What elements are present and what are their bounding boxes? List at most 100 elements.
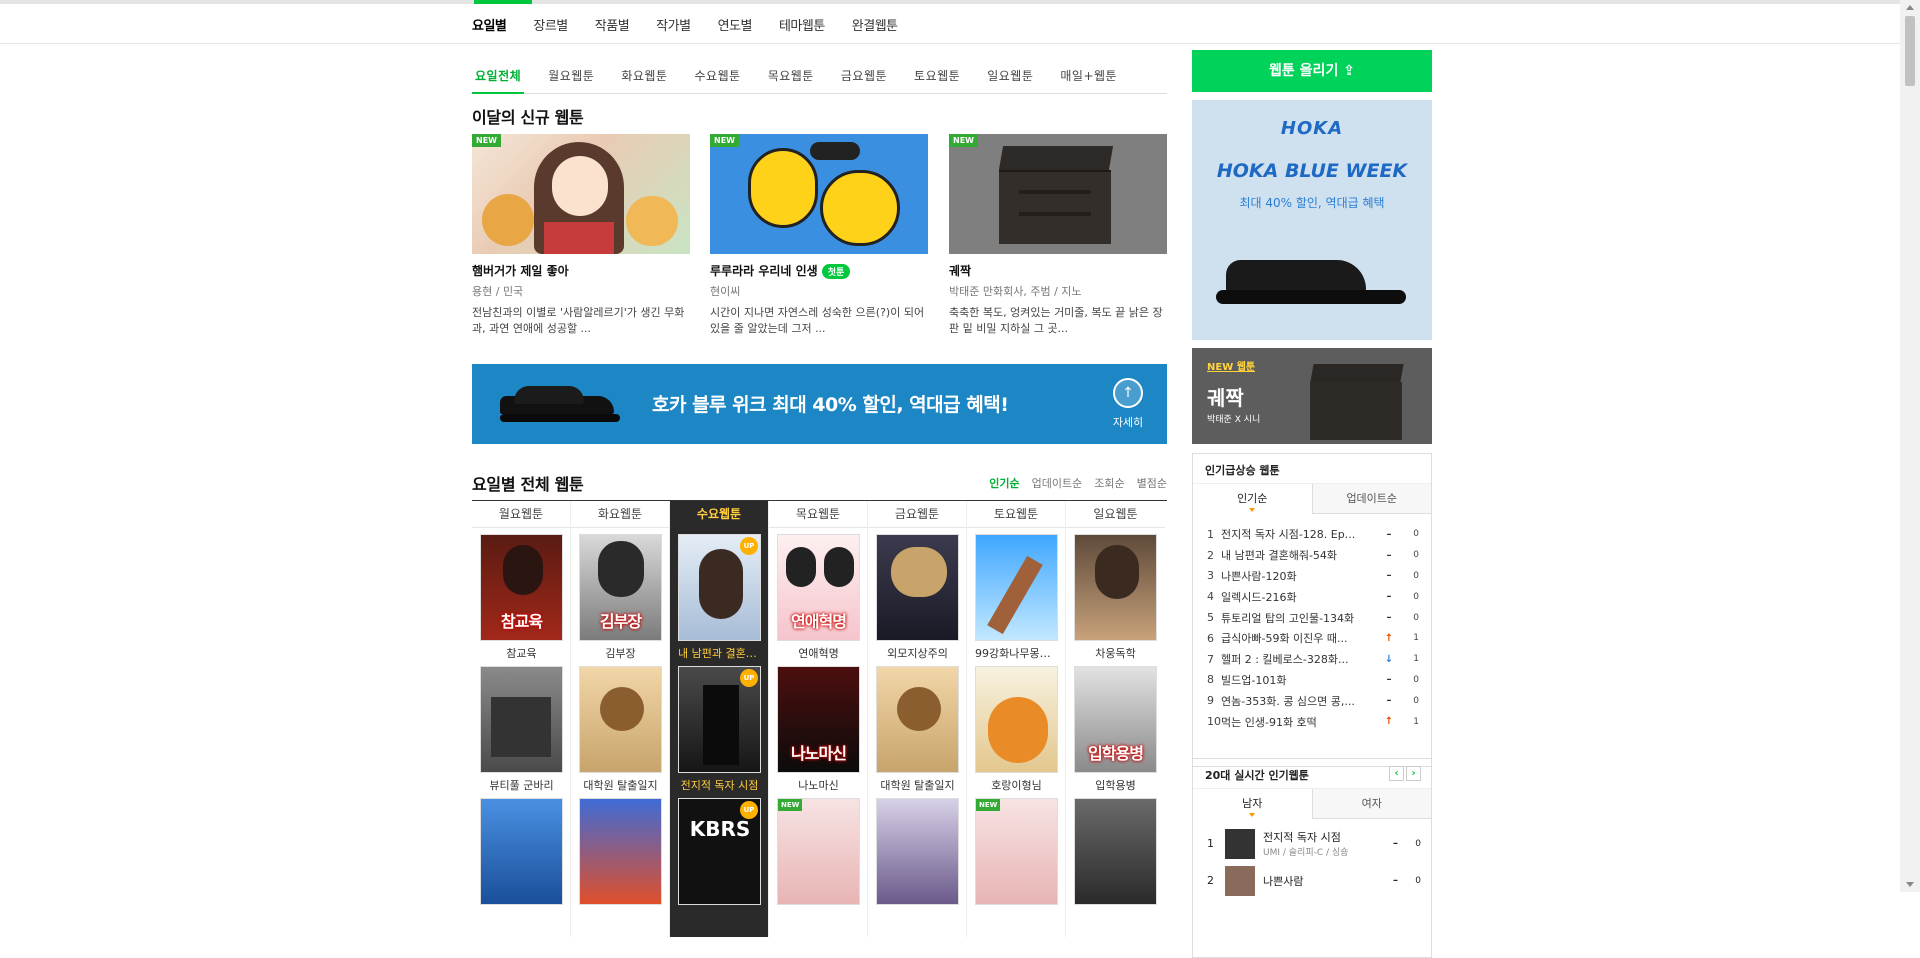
daytab-daily[interactable]: 매일+웹툰	[1057, 58, 1120, 94]
sort-updated[interactable]: 업데이트순	[1032, 475, 1083, 491]
comic-thumbnail[interactable]: 나노마신	[777, 666, 860, 773]
comic-item[interactable]	[1074, 798, 1157, 905]
new-webtoon-title[interactable]: 궤짝	[949, 262, 1167, 279]
day-column-header[interactable]: 수요웹툰	[670, 501, 768, 528]
realtime-tab-male[interactable]: 남자	[1193, 789, 1313, 819]
rising-row[interactable]: 4 일렉시드-216화 – 0	[1207, 586, 1419, 607]
daytab-tue[interactable]: 화요웹툰	[618, 58, 670, 94]
rank-title[interactable]: 나쁜사람-120화	[1221, 568, 1383, 584]
comic-title[interactable]: 김부장	[579, 645, 662, 661]
comic-item[interactable]: NEW	[975, 798, 1058, 905]
scroll-thumb[interactable]	[1905, 16, 1915, 86]
comic-item[interactable]: 호랑이형님	[975, 666, 1058, 793]
comic-thumbnail[interactable]	[876, 534, 959, 641]
tab-completed[interactable]: 완결웹툰	[852, 15, 898, 34]
hoka-ad[interactable]: HOKA HOKA BLUE WEEK 최대 40% 할인, 역대급 혜택	[1192, 100, 1432, 340]
tab-weekday[interactable]: 요일별	[472, 15, 507, 34]
rising-row[interactable]: 5 튜토리얼 탑의 고인물-134화 – 0	[1207, 607, 1419, 628]
tab-theme[interactable]: 테마웹툰	[779, 15, 825, 34]
rank-title[interactable]: 전지적 독자 시점-128. Ep...	[1221, 526, 1383, 542]
day-column-header[interactable]: 금요웹툰	[868, 501, 966, 528]
rising-row[interactable]: 2 내 남편과 결혼해줘-54화 – 0	[1207, 545, 1419, 566]
comic-item[interactable]: 나노마신 나노마신	[777, 666, 860, 793]
rising-row[interactable]: 8 빌드업-101화 – 0	[1207, 670, 1419, 691]
comic-title[interactable]: 내 남편과 결혼해줘	[678, 645, 761, 661]
sort-rating[interactable]: 별점순	[1137, 475, 1167, 491]
comic-item[interactable]: 99강화나무몽둥이	[975, 534, 1058, 661]
comic-thumbnail[interactable]	[480, 798, 563, 905]
comic-item[interactable]: 김부장 김부장	[579, 534, 662, 661]
scroll-up-icon[interactable]	[1906, 5, 1914, 10]
banner-more-button[interactable]: ↑ 자세히	[1109, 378, 1147, 430]
next-icon[interactable]: ›	[1406, 766, 1421, 781]
rising-row[interactable]: 9 연놈-353화. 콩 심으면 콩,... – 0	[1207, 690, 1419, 711]
comic-title[interactable]: 외모지상주의	[876, 645, 959, 661]
comic-item[interactable]	[876, 798, 959, 905]
rising-row[interactable]: 1 전지적 독자 시점-128. Ep... – 0	[1207, 524, 1419, 545]
comic-thumbnail[interactable]: 김부장	[579, 534, 662, 641]
comic-item[interactable]: 대학원 탈출일지	[876, 666, 959, 793]
comic-thumbnail[interactable]: UP	[678, 666, 761, 773]
comic-title[interactable]: 99강화나무몽둥이	[975, 645, 1058, 661]
rising-row[interactable]: 7 헬퍼 2 : 킬베로스-328화... ↓ 1	[1207, 649, 1419, 670]
day-column-header[interactable]: 월요웹툰	[472, 501, 570, 528]
comic-item[interactable]: 뷰티풀 군바리	[480, 666, 563, 793]
comic-thumbnail[interactable]	[1074, 534, 1157, 641]
comic-thumbnail[interactable]	[480, 666, 563, 773]
tab-year[interactable]: 연도별	[718, 15, 753, 34]
daytab-wed[interactable]: 수요웹툰	[692, 58, 744, 94]
day-column-header[interactable]: 일요웹툰	[1066, 501, 1165, 528]
daytab-sat[interactable]: 토요웹툰	[911, 58, 963, 94]
sort-views[interactable]: 조회순	[1094, 475, 1124, 491]
comic-title[interactable]: 나노마신	[777, 777, 860, 793]
rank-title[interactable]: 헬퍼 2 : 킬베로스-328화...	[1221, 651, 1383, 667]
comic-item[interactable]: 차웅독학	[1074, 534, 1157, 661]
daytab-mon[interactable]: 월요웹툰	[545, 58, 597, 94]
comic-thumbnail[interactable]	[975, 666, 1058, 773]
upload-webtoon-button[interactable]: 웹툰 올리기 ⇪	[1192, 50, 1432, 92]
rank-title[interactable]: 일렉시드-216화	[1221, 589, 1383, 605]
comic-item[interactable]: 참교육 참교육	[480, 534, 563, 661]
new-webtoon-thumbnail[interactable]: NEW	[949, 134, 1167, 254]
rank-title[interactable]: 연놈-353화. 콩 심으면 콩,...	[1221, 693, 1383, 709]
new-webtoon-title[interactable]: 루루라라 우리네 인생 첫툰	[710, 262, 928, 279]
new-webtoon-thumbnail[interactable]: NEW	[710, 134, 928, 254]
new-webtoon-card[interactable]: NEW 루루라라 우리네 인생 첫툰 현이씨 시간이 지나면 자연스레 성숙한 으…	[710, 134, 928, 337]
realtime-thumbnail[interactable]	[1225, 828, 1255, 859]
rising-row[interactable]: 6 급식아빠-59화 이진우 때... ↑ 1	[1207, 628, 1419, 649]
tab-author[interactable]: 작가별	[656, 15, 691, 34]
realtime-tab-female[interactable]: 여자	[1312, 789, 1431, 819]
realtime-thumbnail[interactable]	[1225, 865, 1255, 896]
comic-title[interactable]: 대학원 탈출일지	[579, 777, 662, 793]
comic-item[interactable]	[480, 798, 563, 905]
sort-popular[interactable]: 인기순	[989, 475, 1019, 491]
ad-banner[interactable]: 호카 블루 위크 최대 40% 할인, 역대급 혜택! ↑ 자세히	[472, 364, 1167, 444]
comic-title[interactable]: 호랑이형님	[975, 777, 1058, 793]
comic-item[interactable]: 입학용병 입학용병	[1074, 666, 1157, 793]
comic-title[interactable]: 입학용병	[1074, 777, 1157, 793]
rank-title[interactable]: 튜토리얼 탑의 고인물-134화	[1221, 610, 1383, 626]
comic-title[interactable]: 뷰티풀 군바리	[480, 777, 563, 793]
daytab-all[interactable]: 요일전체	[472, 58, 525, 94]
prev-icon[interactable]: ‹	[1389, 766, 1404, 781]
comic-title[interactable]: 연애혁명	[777, 645, 860, 661]
day-column-header[interactable]: 화요웹툰	[571, 501, 669, 528]
comic-thumbnail[interactable]	[975, 534, 1058, 641]
comic-item[interactable]: UP 내 남편과 결혼해줘	[678, 534, 761, 661]
new-webtoon-card[interactable]: NEW 궤짝 박태준 만화회사, 주범 / 지노 축축한 복도, 엉켜있는 거미…	[949, 134, 1167, 337]
rank-title[interactable]: 빌드업-101화	[1221, 672, 1383, 688]
comic-thumbnail[interactable]	[579, 798, 662, 905]
realtime-item[interactable]: 2 나쁜사람 – 0	[1193, 862, 1431, 899]
daytab-thu[interactable]: 목요웹툰	[765, 58, 817, 94]
scroll-down-icon[interactable]	[1906, 882, 1914, 887]
comic-thumbnail[interactable]: KBRS UP	[678, 798, 761, 905]
comic-thumbnail[interactable]: NEW	[777, 798, 860, 905]
comic-thumbnail[interactable]: NEW	[975, 798, 1058, 905]
comic-item[interactable]: 연애혁명 연애혁명	[777, 534, 860, 661]
comic-item[interactable]	[579, 798, 662, 905]
rank-title[interactable]: 내 남편과 결혼해줘-54화	[1221, 547, 1383, 563]
page-scrollbar[interactable]	[1900, 0, 1920, 892]
rising-row[interactable]: 3 나쁜사람-120화 – 0	[1207, 566, 1419, 587]
daytab-sun[interactable]: 일요웹툰	[984, 58, 1036, 94]
daytab-fri[interactable]: 금요웹툰	[838, 58, 890, 94]
